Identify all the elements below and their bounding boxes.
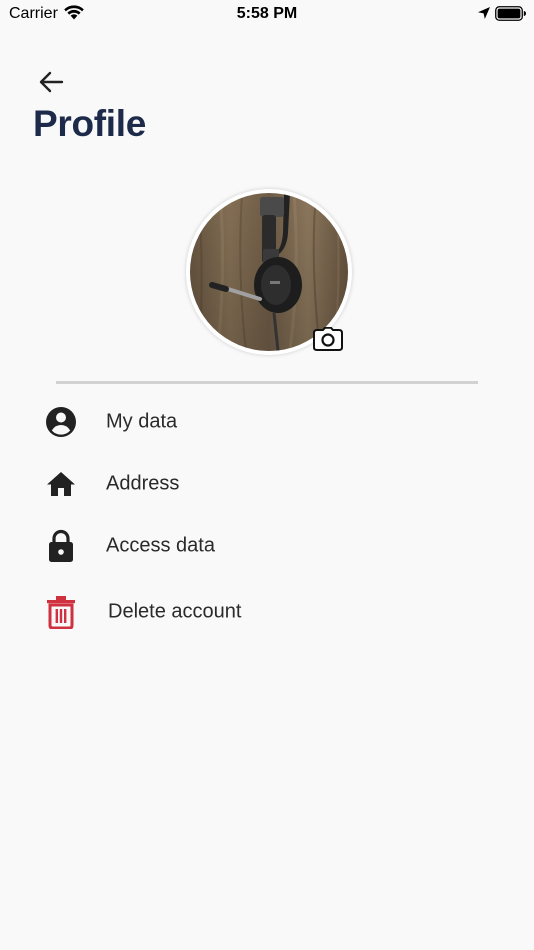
menu-item-label: Delete account — [108, 600, 242, 623]
location-arrow-icon — [478, 7, 490, 19]
menu-item-label: My data — [106, 410, 178, 433]
back-button[interactable] — [36, 68, 66, 96]
home-icon — [44, 467, 78, 501]
change-photo-button[interactable] — [312, 325, 344, 353]
menu-item-label: Address — [106, 472, 180, 495]
menu-item-address[interactable]: Address — [30, 457, 504, 511]
lock-icon — [44, 529, 78, 563]
menu-item-access-data[interactable]: Access data — [30, 519, 504, 573]
arrow-left-icon — [39, 71, 64, 93]
clock-time: 5:58 PM — [236, 5, 298, 22]
status-bar: Carrier 5:58 PM — [0, 0, 534, 28]
account-circle-icon — [44, 405, 78, 439]
menu-item-label: Access data — [106, 534, 215, 557]
divider — [56, 381, 478, 384]
menu-item-my-data[interactable]: My data — [30, 395, 504, 449]
page-title: Profile — [33, 103, 147, 144]
battery-icon — [495, 6, 526, 21]
menu-item-delete-account[interactable]: Delete account — [30, 585, 504, 639]
trash-icon — [44, 595, 78, 629]
camera-icon — [313, 327, 343, 351]
